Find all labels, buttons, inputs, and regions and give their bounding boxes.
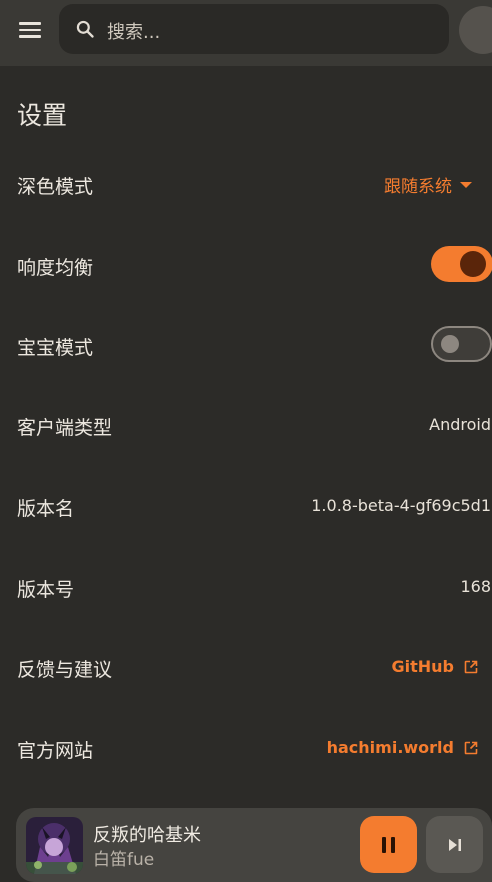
song-artist: 白笛fue bbox=[93, 850, 155, 870]
client-type-value: Android bbox=[429, 415, 491, 434]
loudness-eq-toggle[interactable] bbox=[431, 246, 492, 282]
feedback-label: 反馈与建议 bbox=[17, 659, 113, 681]
external-link-icon bbox=[464, 660, 478, 673]
skip-next-button[interactable] bbox=[426, 816, 483, 873]
dark-mode-value: 跟随系统 bbox=[384, 177, 452, 197]
menu-icon[interactable] bbox=[15, 17, 45, 43]
toggle-knob bbox=[441, 335, 459, 353]
pause-icon bbox=[382, 836, 386, 853]
dark-mode-label: 深色模式 bbox=[17, 176, 94, 198]
baby-mode-label: 宝宝模式 bbox=[17, 337, 94, 359]
search-bar[interactable]: 搜索... bbox=[59, 4, 449, 54]
page-title: 设置 bbox=[17, 101, 68, 130]
website-link[interactable]: hachimi.world bbox=[327, 738, 478, 757]
album-cover[interactable] bbox=[26, 817, 83, 874]
version-code-value: 168 bbox=[460, 577, 491, 596]
search-icon bbox=[76, 20, 94, 38]
avatar[interactable] bbox=[459, 6, 492, 54]
caret-down-icon bbox=[460, 181, 472, 188]
loudness-eq-label: 响度均衡 bbox=[17, 257, 94, 279]
song-title: 反叛的哈基米 bbox=[93, 825, 201, 846]
version-name-value: 1.0.8-beta-4-gf69c5d1 bbox=[311, 496, 491, 515]
external-link-icon bbox=[464, 741, 478, 754]
version-name-label: 版本名 bbox=[17, 498, 75, 520]
website-label: 官方网站 bbox=[17, 740, 94, 762]
top-app-bar: 搜索... bbox=[0, 0, 492, 66]
toggle-knob bbox=[460, 251, 486, 277]
client-type-label: 客户端类型 bbox=[17, 417, 113, 439]
website-link-text: hachimi.world bbox=[326, 738, 454, 757]
github-link-text: GitHub bbox=[391, 657, 455, 676]
dark-mode-select[interactable]: 跟随系统 bbox=[384, 172, 472, 197]
skip-next-icon bbox=[448, 838, 461, 851]
mini-player[interactable]: 反叛的哈基米 白笛fue bbox=[16, 808, 492, 882]
github-link[interactable]: GitHub bbox=[392, 657, 479, 676]
baby-mode-toggle[interactable] bbox=[431, 326, 492, 362]
version-code-label: 版本号 bbox=[17, 579, 75, 601]
search-input[interactable]: 搜索... bbox=[107, 18, 160, 44]
pause-button[interactable] bbox=[360, 816, 417, 873]
